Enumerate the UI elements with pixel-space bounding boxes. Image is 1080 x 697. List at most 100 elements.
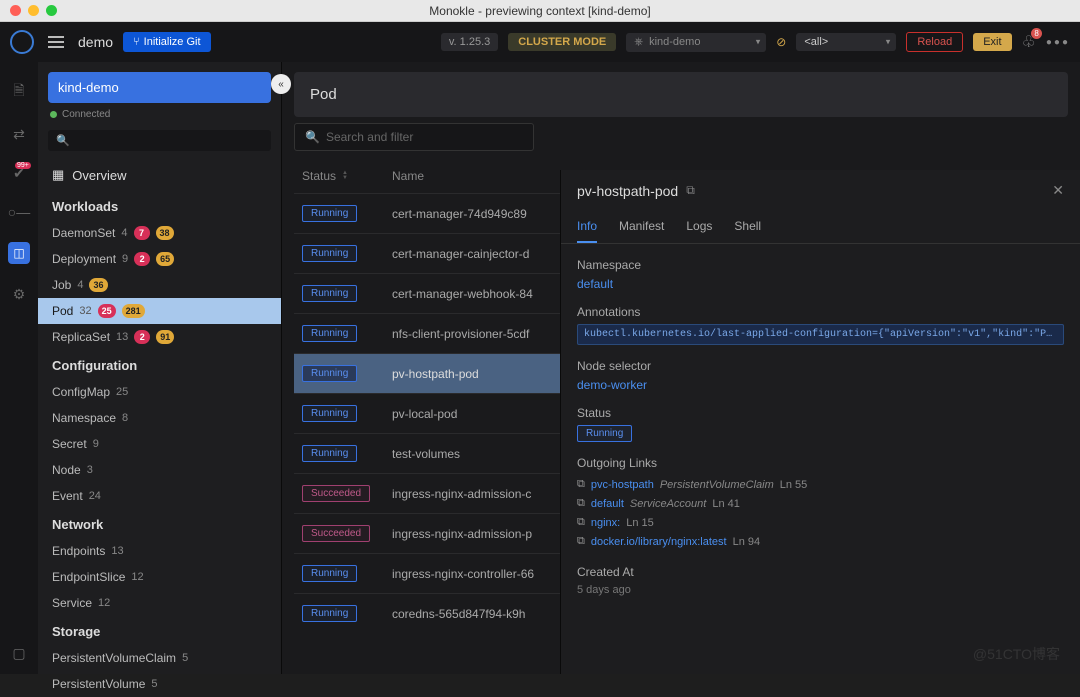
sort-icon: ▲▼ (342, 171, 348, 181)
sidebar-item-persistentvolume[interactable]: PersistentVolume 5 (38, 671, 281, 697)
menu-button[interactable] (44, 32, 68, 52)
sidebar-item-endpointslice[interactable]: EndpointSlice 12 (38, 564, 281, 590)
search-filter-input[interactable]: 🔍 Search and filter (294, 123, 534, 151)
status-badge: Running (577, 425, 632, 442)
tab-shell[interactable]: Shell (734, 211, 761, 243)
link-icon: ⧉ (577, 478, 585, 491)
notifications-button[interactable]: ♧ 8 (1022, 32, 1036, 52)
link-icon: ⧉ (577, 516, 585, 529)
app-logo-icon (10, 30, 34, 54)
status-chip: Running (302, 205, 357, 222)
status-chip: Succeeded (302, 525, 370, 542)
cluster-name-pill[interactable]: kind-demo (48, 72, 271, 103)
label-node-selector: Node selector (577, 359, 1064, 373)
detail-panel: pv-hostpath-pod ⧉ ✕ Info Manifest Logs S… (560, 170, 1080, 674)
project-name[interactable]: demo (78, 34, 113, 50)
tab-manifest[interactable]: Manifest (619, 211, 664, 243)
status-chip: Running (302, 605, 357, 622)
collapse-sidebar-button[interactable]: « (271, 74, 291, 94)
detail-title: pv-hostpath-pod (577, 183, 678, 199)
window-maximize-button[interactable] (46, 5, 57, 16)
warning-badge: 38 (156, 226, 174, 240)
sidebar-item-daemonset[interactable]: DaemonSet 4 7 38 (38, 220, 281, 246)
link-icon: ⧉ (577, 497, 585, 510)
sidebar-overview[interactable]: ▦ Overview (38, 159, 281, 191)
share-icon[interactable]: ⧉ (686, 183, 695, 198)
window-title: Monokle - previewing context [kind-demo] (429, 4, 650, 18)
sidebar-item-endpoints[interactable]: Endpoints 13 (38, 538, 281, 564)
terminal-icon[interactable]: ▢ (12, 645, 25, 662)
tab-info[interactable]: Info (577, 211, 597, 243)
sidebar-item-job[interactable]: Job 4 36 (38, 272, 281, 298)
warning-badge: 65 (156, 252, 174, 266)
status-chip: Running (302, 445, 357, 462)
outgoing-link[interactable]: ⧉ nginx: Ln 15 (577, 513, 1064, 532)
sidebar-item-namespace[interactable]: Namespace 8 (38, 405, 281, 431)
namespace-select[interactable]: <all> ▾ (796, 33, 896, 51)
status-chip: Running (302, 285, 357, 302)
column-status[interactable]: Status ▲▼ (302, 169, 392, 183)
reload-button[interactable]: Reload (906, 32, 963, 52)
search-icon: 🔍 (56, 134, 70, 147)
cluster-context-select[interactable]: ⎈ kind-demo ▾ (626, 33, 766, 52)
window-titlebar: Monokle - previewing context [kind-demo] (0, 0, 1080, 22)
warning-badge: 36 (89, 278, 107, 292)
status-chip: Running (302, 365, 357, 382)
exit-button[interactable]: Exit (973, 33, 1011, 51)
window-minimize-button[interactable] (28, 5, 39, 16)
cluster-icon: ⎈ (634, 36, 643, 49)
sidebar-item-persistentvolumeclaim[interactable]: PersistentVolumeClaim 5 (38, 645, 281, 671)
section-configuration: Configuration (38, 350, 281, 379)
chevron-down-icon: ▾ (886, 37, 891, 48)
tab-logs[interactable]: Logs (686, 211, 712, 243)
status-chip: Running (302, 245, 357, 262)
sidebar-item-pod[interactable]: Pod 32 25 281 (38, 298, 281, 324)
sidebar-item-service[interactable]: Service 12 (38, 590, 281, 616)
sidebar-item-event[interactable]: Event 24 (38, 483, 281, 509)
sidebar-item-configmap[interactable]: ConfigMap 25 (38, 379, 281, 405)
compare-icon[interactable]: ⇄ (13, 126, 25, 143)
error-badge: 2 (134, 330, 150, 344)
label-outgoing-links: Outgoing Links (577, 456, 1064, 470)
close-panel-button[interactable]: ✕ (1052, 182, 1064, 199)
section-workloads: Workloads (38, 191, 281, 220)
search-icon: 🔍 (305, 130, 320, 144)
cluster-mode-badge: CLUSTER MODE (508, 33, 616, 51)
value-node-selector[interactable]: demo-worker (577, 378, 1064, 392)
chevron-down-icon: ▾ (756, 37, 761, 48)
settings-icon[interactable]: ⚙ (13, 286, 26, 303)
git-icon[interactable]: ○— (8, 204, 30, 220)
sidebar-search-input[interactable]: 🔍 (48, 130, 271, 151)
warning-badge: 281 (122, 304, 145, 318)
main-content: Pod 🔍 Search and filter Status ▲▼ Name R… (282, 62, 1080, 674)
outgoing-link[interactable]: ⧉ docker.io/library/nginx:latest Ln 94 (577, 532, 1064, 551)
window-close-button[interactable] (10, 5, 21, 16)
k8s-version: v. 1.25.3 (441, 33, 498, 51)
app-toolbar: demo ⑂ Initialize Git v. 1.25.3 CLUSTER … (0, 22, 1080, 62)
more-menu-button[interactable]: ●●● (1046, 37, 1070, 48)
sidebar-item-node[interactable]: Node 3 (38, 457, 281, 483)
label-annotations: Annotations (577, 305, 1064, 319)
value-namespace[interactable]: default (577, 277, 1064, 291)
sidebar-item-secret[interactable]: Secret 9 (38, 431, 281, 457)
error-badge: 25 (98, 304, 116, 318)
sidebar-item-replicaset[interactable]: ReplicaSet 13 2 91 (38, 324, 281, 350)
sidebar-item-deployment[interactable]: Deployment 9 2 65 (38, 246, 281, 272)
validate-icon[interactable]: ✔99+ (13, 165, 25, 182)
link-icon: ⧉ (577, 535, 585, 548)
outgoing-link[interactable]: ⧉ default ServiceAccount Ln 41 (577, 494, 1064, 513)
status-dot-icon (50, 111, 57, 118)
warning-badge: 91 (156, 330, 174, 344)
initialize-git-button[interactable]: ⑂ Initialize Git (123, 32, 210, 52)
file-explorer-icon[interactable]: 🗎 (13, 80, 24, 104)
value-created: 5 days ago (577, 584, 1064, 596)
section-network: Network (38, 509, 281, 538)
error-badge: 2 (134, 252, 150, 266)
outgoing-link[interactable]: ⧉ pvc-hostpath PersistentVolumeClaim Ln … (577, 475, 1064, 494)
resource-sidebar: « kind-demo Connected 🔍 ▦ Overview Workl… (38, 62, 282, 674)
label-status: Status (577, 406, 1064, 420)
annotation-value[interactable]: kubectl.kubernetes.io/last-applied-confi… (577, 324, 1064, 345)
status-chip: Succeeded (302, 485, 370, 502)
dashboard-icon[interactable]: ◫ (8, 242, 30, 264)
context-warning-icon[interactable]: ⊘ (776, 35, 786, 49)
